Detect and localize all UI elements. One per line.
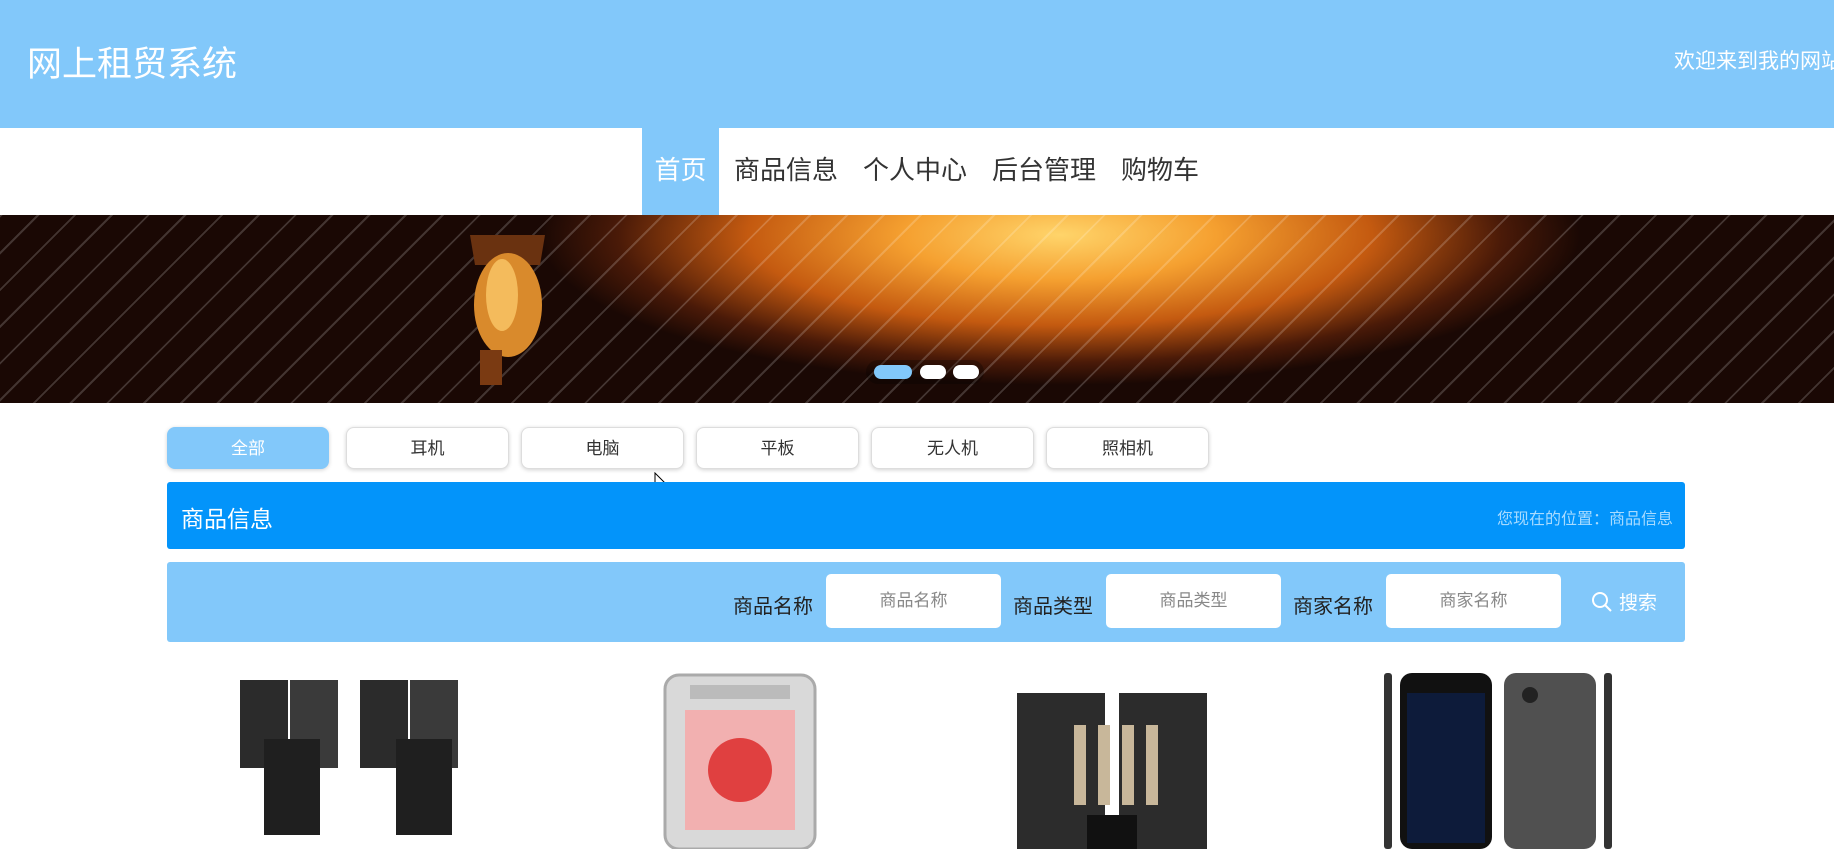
search-button-label: 搜索 — [1619, 592, 1658, 614]
product-type-input[interactable] — [1106, 574, 1281, 628]
nav-item-cart[interactable]: 购物车 — [1116, 128, 1204, 215]
product-type-label: 商品类型 — [1013, 594, 1093, 618]
category-headphones-button[interactable]: 耳机 — [346, 427, 509, 469]
phone-product-image[interactable] — [1380, 665, 1620, 849]
karaoke-speaker-product-image[interactable] — [1012, 665, 1212, 849]
microphone-image — [470, 235, 545, 385]
section-title: 商品信息 — [181, 507, 273, 533]
section-title-bar: 商品信息 您现在的位置：商品信息 — [167, 482, 1685, 549]
nav-item-products[interactable]: 商品信息 — [729, 128, 843, 215]
category-computer-button[interactable]: 电脑 — [521, 427, 684, 469]
category-drone-button[interactable]: 无人机 — [871, 427, 1034, 469]
search-button[interactable]: 搜索 — [1591, 588, 1657, 615]
welcome-text: 欢迎来到我的网站 — [1674, 49, 1834, 73]
carousel-dot-1[interactable] — [874, 365, 912, 379]
category-tablet-button[interactable]: 平板 — [696, 427, 859, 469]
search-icon — [1592, 592, 1612, 612]
category-all-button[interactable]: 全部 — [167, 427, 329, 469]
main-nav: 首页 商品信息 个人中心 后台管理 购物车 — [0, 128, 1834, 215]
search-bar: 商品名称 商品类型 商家名称 搜索 — [167, 562, 1685, 642]
category-camera-button[interactable]: 照相机 — [1046, 427, 1209, 469]
product-name-input[interactable] — [826, 574, 1001, 628]
carousel-dot-2[interactable] — [920, 365, 946, 379]
merchant-name-input[interactable] — [1386, 574, 1561, 628]
breadcrumb: 您现在的位置：商品信息 — [1496, 509, 1673, 528]
carousel-indicators — [866, 360, 984, 384]
merchant-name-label: 商家名称 — [1293, 594, 1373, 618]
site-title: 网上租贸系统 — [27, 45, 238, 85]
product-name-label: 商品名称 — [733, 594, 813, 618]
speakers-product-image[interactable] — [234, 665, 479, 849]
pc-case-product-image[interactable] — [650, 665, 830, 849]
nav-item-home[interactable]: 首页 — [642, 128, 719, 215]
carousel-dot-3[interactable] — [953, 365, 979, 379]
top-header: 网上租贸系统 欢迎来到我的网站 — [0, 0, 1834, 128]
nav-item-profile[interactable]: 个人中心 — [858, 128, 972, 215]
nav-item-admin[interactable]: 后台管理 — [987, 128, 1101, 215]
